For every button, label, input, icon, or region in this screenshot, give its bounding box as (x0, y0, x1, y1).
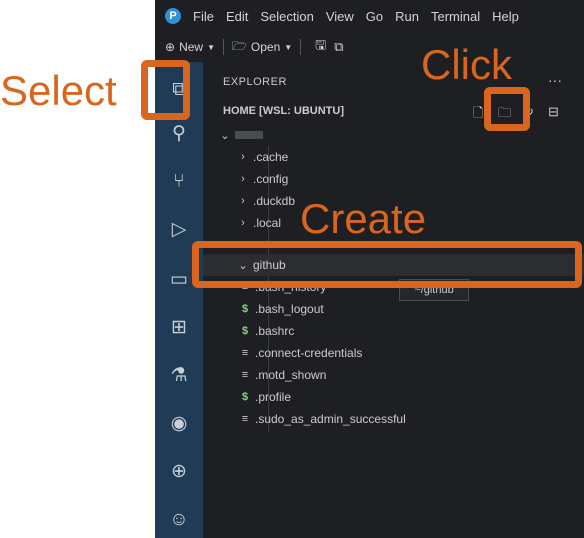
folder-open-icon: 🗁 (232, 38, 247, 53)
tree-item[interactable]: $ .bashrc (203, 320, 584, 342)
save-icon[interactable]: 🖫 (315, 36, 326, 58)
tree-item-label: .local (253, 216, 282, 230)
tree-item-label: .config (253, 172, 289, 186)
shell-script-icon: $ (241, 303, 249, 315)
tree-item[interactable]: ≡ .motd_shown (203, 364, 584, 386)
collapse-all-icon[interactable]: ⊟ (548, 104, 559, 120)
annotation-create-box (192, 241, 582, 288)
source-control-icon[interactable]: ⑂ (167, 170, 191, 194)
run-debug-icon[interactable]: ▷ (167, 218, 191, 242)
extensions-icon[interactable]: ⊞ (167, 316, 191, 340)
chevron-down-icon: ▼ (284, 42, 293, 52)
tree-item[interactable]: $ .profile (203, 386, 584, 408)
more-actions-icon[interactable]: ··· (548, 72, 562, 88)
file-lines-icon: ≡ (241, 369, 249, 381)
testing-icon[interactable]: ⚗ (167, 364, 191, 388)
chevron-right-icon: › (241, 151, 245, 163)
menu-run[interactable]: Run (395, 9, 419, 24)
root-folder-label (235, 131, 263, 139)
tree-item[interactable]: $ .bash_logout (203, 298, 584, 320)
menu-file[interactable]: File (193, 9, 214, 24)
workspace-title: HOME [WSL: UBUNTU] (223, 105, 344, 117)
chevron-down-icon: ▼ (207, 42, 215, 52)
menu-selection[interactable]: Selection (260, 9, 313, 24)
new-file-icon[interactable]: 🗋 (473, 104, 483, 126)
tree-item[interactable]: › .cache (203, 146, 584, 168)
menu-view[interactable]: View (326, 9, 354, 24)
tree-item-label: .duckdb (253, 194, 296, 208)
open-button[interactable]: 🗁 Open ▼ (232, 37, 292, 58)
chevron-right-icon: › (241, 173, 245, 185)
menu-go[interactable]: Go (366, 9, 383, 24)
annotation-select-box (141, 60, 190, 120)
menu-terminal[interactable]: Terminal (431, 9, 480, 24)
new-button[interactable]: ⊕ New ▼ (165, 40, 215, 54)
tree-item[interactable]: ≡ .sudo_as_admin_successful (203, 408, 584, 430)
explorer-panel: EXPLORER ··· HOME [WSL: UBUNTU] 🗋 🗀 ↻ ⊟ … (203, 62, 584, 538)
shell-script-icon: $ (241, 325, 249, 337)
open-button-label: Open (250, 40, 281, 54)
tree-item-label: .cache (253, 150, 289, 164)
activity-bar: ⧉ ⚲ ⑂ ▷ ▭ ⊞ ⚗ ◉ ⊕ ☺ (155, 62, 203, 538)
annotation-select-label: Select (0, 67, 117, 114)
new-button-label: New (179, 40, 204, 54)
tree-item-label: .motd_shown (255, 368, 327, 382)
tree-item[interactable]: › .config (203, 168, 584, 190)
file-lines-icon: ≡ (241, 347, 249, 359)
annotation-create-label: Create (300, 195, 427, 242)
tree-item-label: .sudo_as_admin_successful (255, 412, 406, 426)
tree-item-label: .connect-credentials (255, 346, 363, 360)
plus-circle-icon: ⊕ (165, 40, 176, 54)
app-logo-icon: P (165, 8, 181, 24)
chevron-right-icon: › (241, 217, 245, 229)
annotation-click-box (484, 87, 530, 131)
tree-item-label: .profile (255, 390, 292, 404)
tree-item-label: .bashrc (255, 324, 295, 338)
tree-item[interactable]: ≡ .connect-credentials (203, 342, 584, 364)
save-all-icon[interactable]: ⧉ (334, 39, 343, 55)
remote-explorer-icon[interactable]: ▭ (167, 268, 191, 292)
annotation-click-label: Click (421, 41, 512, 88)
menu-edit[interactable]: Edit (226, 9, 248, 24)
github-icon[interactable]: ◉ (167, 412, 191, 436)
accounts-icon[interactable]: ☺ (167, 508, 191, 532)
publish-icon[interactable]: ⊕ (167, 460, 191, 484)
chevron-down-icon: ⌄ (220, 129, 230, 142)
menu-help[interactable]: Help (492, 9, 519, 24)
shell-script-icon: $ (241, 391, 249, 403)
toolbar: ⊕ New ▼ 🗁 Open ▼ 🖫 ⧉ (155, 32, 584, 62)
toolbar-divider (223, 39, 224, 55)
toolbar-divider (300, 39, 302, 55)
chevron-right-icon: › (241, 195, 245, 207)
explorer-title: EXPLORER (223, 76, 287, 88)
menu-bar: P File Edit Selection View Go Run Termin… (155, 0, 584, 32)
file-lines-icon: ≡ (241, 413, 249, 425)
tree-item-label: .bash_logout (255, 302, 324, 316)
search-icon[interactable]: ⚲ (167, 122, 191, 146)
